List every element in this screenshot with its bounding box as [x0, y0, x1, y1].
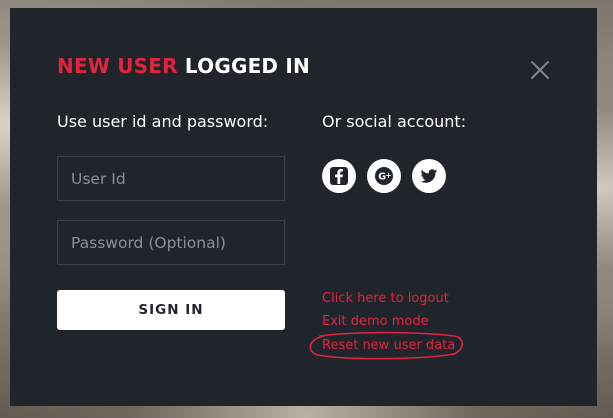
facebook-icon — [330, 167, 348, 185]
login-modal: NEW USER LOGGED IN Use user id and passw… — [10, 8, 597, 406]
password-input[interactable] — [57, 220, 285, 265]
google-plus-button[interactable]: G + — [367, 159, 401, 193]
user-id-input[interactable] — [57, 156, 285, 201]
title-rest: LOGGED IN — [184, 54, 310, 78]
modal-title: NEW USER LOGGED IN — [57, 54, 310, 78]
twitter-icon — [420, 169, 438, 183]
credentials-label: Use user id and password: — [57, 112, 269, 131]
sign-in-button[interactable]: SIGN IN — [57, 290, 285, 330]
google-plus-icon: G + — [375, 167, 393, 185]
title-accent: NEW USER — [57, 54, 178, 78]
twitter-button[interactable] — [412, 159, 446, 193]
svg-text:+: + — [385, 171, 391, 180]
reset-user-data-link[interactable]: Reset new user data — [322, 338, 455, 353]
facebook-button[interactable] — [322, 159, 356, 193]
social-label: Or social account: — [322, 112, 467, 131]
exit-demo-link[interactable]: Exit demo mode — [322, 314, 429, 329]
logout-link[interactable]: Click here to logout — [322, 291, 449, 306]
close-icon[interactable] — [530, 60, 550, 80]
